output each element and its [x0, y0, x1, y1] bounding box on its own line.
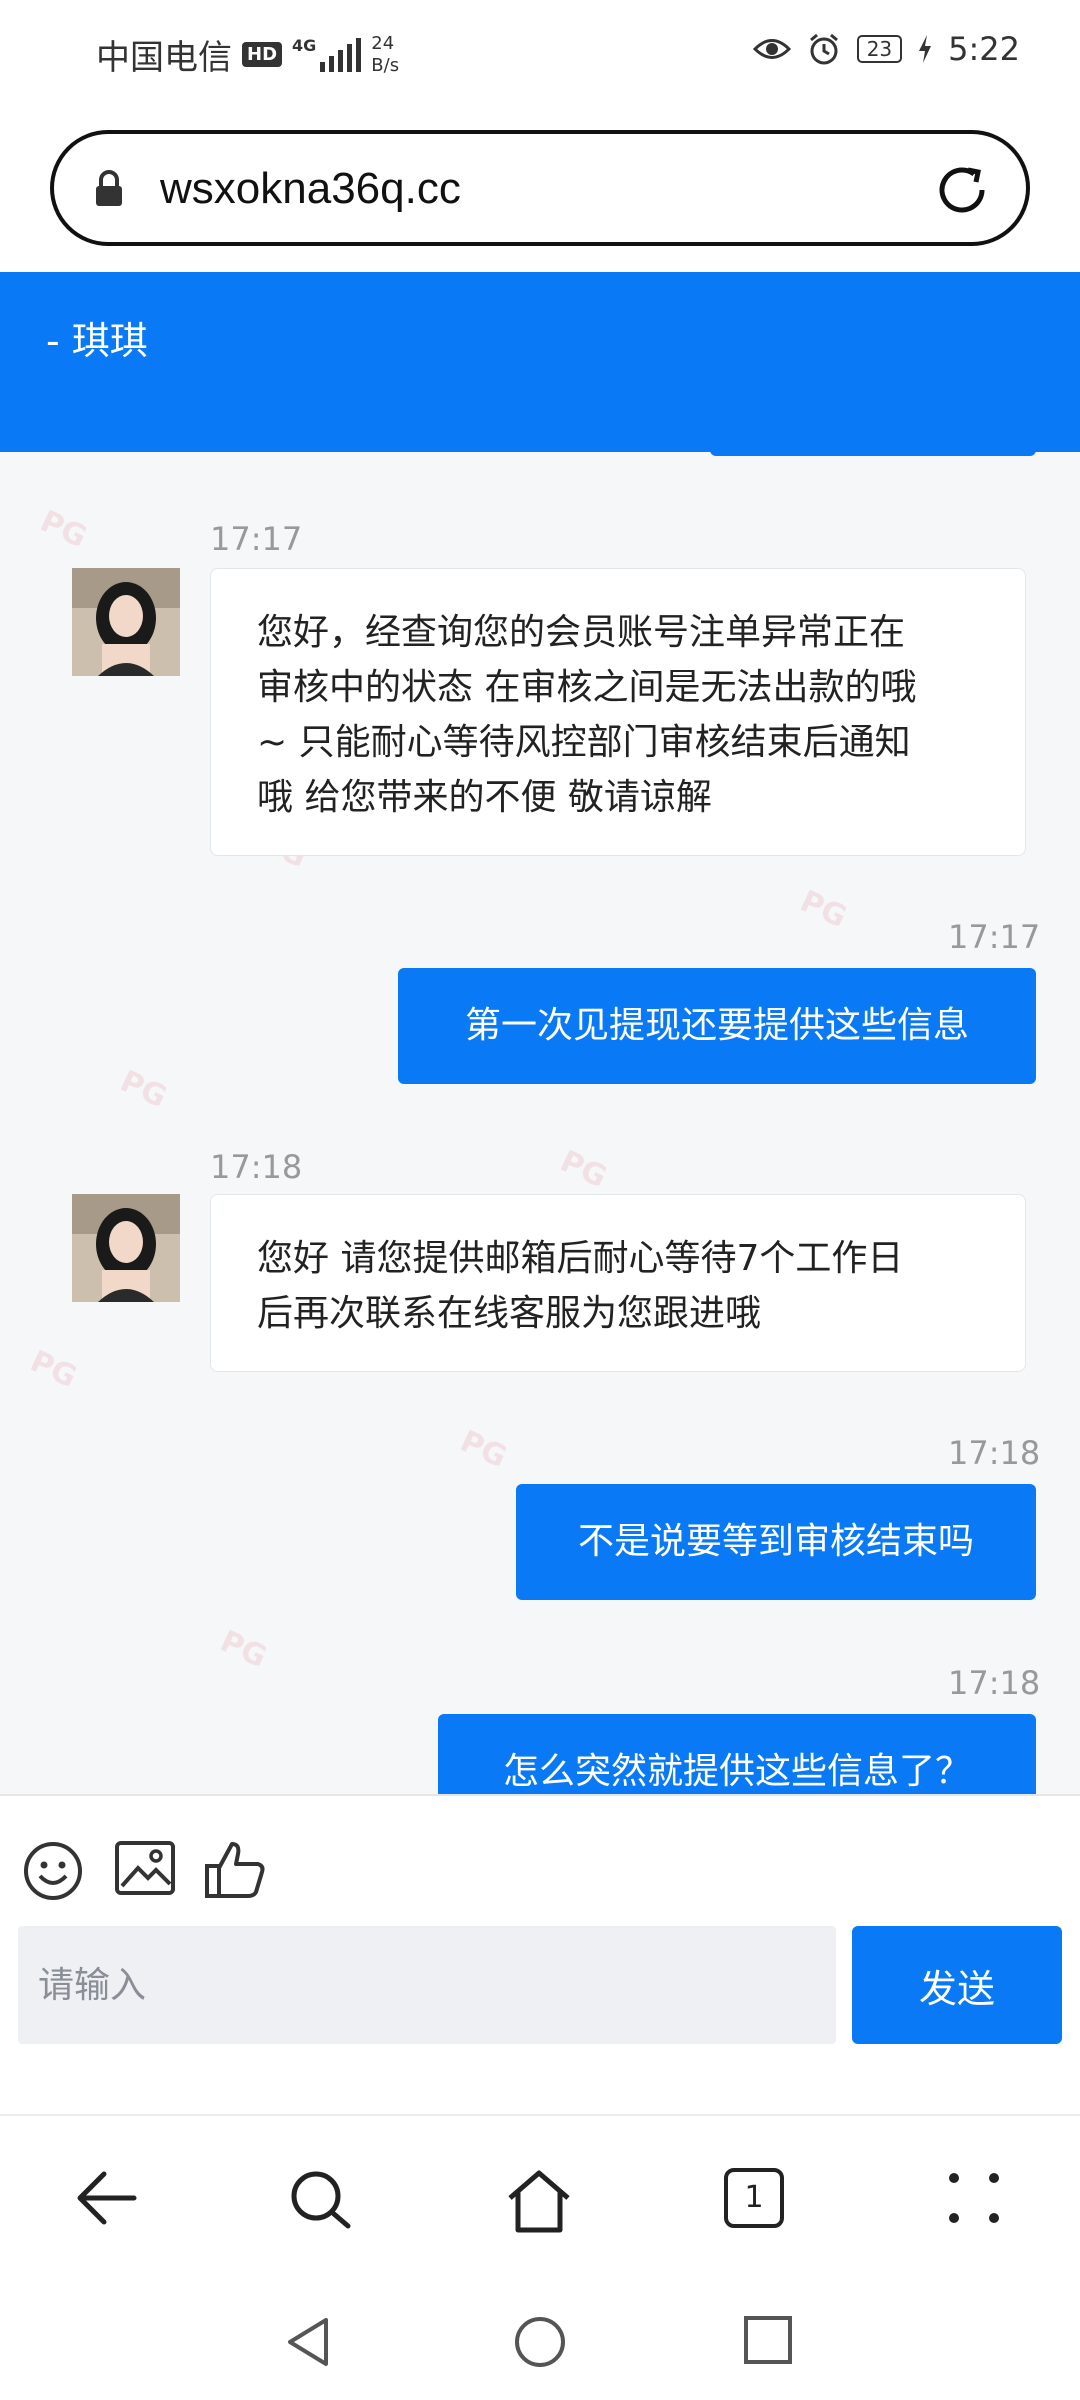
emoji-icon[interactable]	[22, 1840, 84, 1902]
battery-level: 23	[856, 35, 903, 63]
message-timestamp: 17:17	[210, 520, 303, 558]
status-bar: 中国电信 HD 4G 24 B/s 23 5:22	[0, 0, 1080, 110]
carrier-name: 中国电信	[96, 38, 232, 78]
image-icon[interactable]	[114, 1840, 176, 1896]
agent-avatar	[72, 1194, 180, 1302]
message-timestamp: 17:18	[948, 1434, 1041, 1472]
watermark: PG	[114, 1063, 172, 1116]
system-home-icon[interactable]	[512, 2314, 568, 2370]
charging-icon	[919, 35, 932, 63]
system-recents-icon[interactable]	[742, 2314, 794, 2366]
home-icon[interactable]	[504, 2168, 574, 2234]
user-message-bubble: 第一次见提现还要提供这些信息	[398, 968, 1036, 1084]
lock-icon	[96, 170, 122, 206]
message-input[interactable]	[18, 1926, 836, 2044]
alarm-icon	[809, 33, 838, 65]
browser-toolbar: 1	[0, 2114, 1080, 2284]
agent-avatar	[72, 568, 180, 676]
message-timestamp: 17:18	[948, 1664, 1041, 1702]
avatar-image	[72, 568, 180, 676]
back-arrow-icon[interactable]	[74, 2168, 140, 2228]
signal-icon: 4G	[292, 35, 362, 72]
watermark: PG	[24, 1343, 82, 1396]
network-type: 4G	[292, 35, 317, 55]
message-timestamp: 17:18	[210, 1148, 303, 1186]
agent-name: - 琪琪	[46, 319, 148, 363]
tabs-button[interactable]: 1	[724, 2168, 784, 2228]
search-icon[interactable]	[288, 2168, 354, 2234]
send-button[interactable]: 发送	[852, 1926, 1062, 2044]
watermark: PG	[214, 1623, 272, 1676]
reload-icon[interactable]	[934, 162, 990, 218]
user-message-bubble: 怎么突然就提供这些信息了？	[438, 1714, 1036, 1794]
watermark: PG	[454, 1423, 512, 1476]
previous-message-edge	[710, 444, 1036, 456]
url-text[interactable]: wsxokna36q.cc	[160, 164, 461, 214]
agent-message-bubble: 您好，经查询您的会员账号注单异常正在 审核中的状态 在审核之间是无法出款的哦 ~…	[210, 568, 1026, 856]
system-back-icon[interactable]	[282, 2314, 334, 2370]
clock: 5:22	[948, 30, 1020, 68]
hd-badge: HD	[242, 42, 283, 67]
watermark: PG	[554, 1143, 612, 1196]
message-timestamp: 17:17	[948, 918, 1041, 956]
watermark: PG	[34, 503, 92, 556]
agent-message-bubble: 您好 请您提供邮箱后耐心等待7个工作日 后再次联系在线客服为您跟进哦	[210, 1194, 1026, 1372]
eye-icon	[752, 39, 791, 59]
address-bar[interactable]: wsxokna36q.cc	[50, 130, 1030, 246]
user-message-bubble: 不是说要等到审核结束吗	[516, 1484, 1036, 1600]
chat-area[interactable]: PG PG PG PG PG PG PG PG PG 17:17 您好，经查询您…	[0, 452, 1080, 1794]
watermark: PG	[794, 883, 852, 936]
chat-header: - 琪琪	[0, 272, 1080, 452]
network-speed: 24 B/s	[371, 32, 400, 76]
message-composer: 发送	[0, 1794, 1080, 2114]
tab-count: 1	[724, 2168, 784, 2228]
system-navigation-bar	[0, 2284, 1080, 2400]
thumbs-up-icon[interactable]	[204, 1840, 266, 1900]
more-menu-icon[interactable]	[944, 2168, 1004, 2228]
avatar-image	[72, 1194, 180, 1302]
